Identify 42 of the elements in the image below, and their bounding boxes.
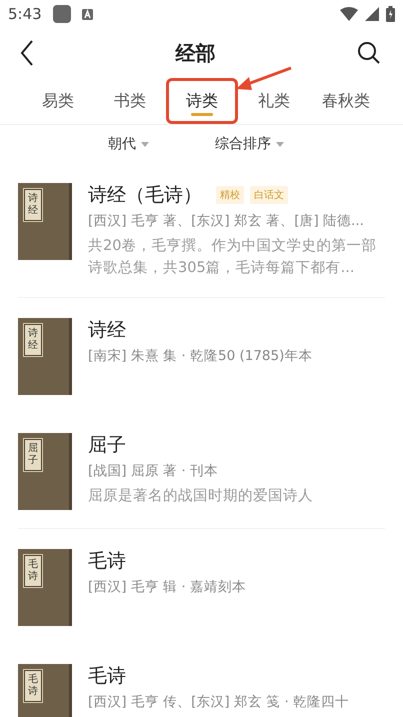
cover-title: 诗 bbox=[28, 686, 38, 698]
tag: 精校 bbox=[216, 186, 244, 204]
app-notification-icon bbox=[52, 5, 71, 23]
cover-title: 毛 bbox=[28, 559, 38, 570]
book-authors: [南宋] 朱熹 集 · 乾隆50 (1785)年本 bbox=[88, 347, 314, 366]
cover-title: 诗 bbox=[28, 328, 38, 340]
cover-title: 子 bbox=[28, 455, 38, 467]
notification-icon bbox=[82, 8, 93, 20]
book-title[interactable]: 毛诗 bbox=[88, 549, 126, 573]
book-title[interactable]: 诗经 bbox=[88, 318, 126, 342]
cover-title: 经 bbox=[28, 340, 38, 352]
cover-title: 毛 bbox=[28, 674, 38, 686]
book-description: 共20卷，毛亨撰。作为中国文学史的第一部诗歌总集，共305篇，毛诗每篇下都有... bbox=[88, 236, 378, 278]
status-time: 5:43 bbox=[8, 5, 42, 23]
caret-icon bbox=[141, 142, 149, 146]
book-description: 屈原是著名的战国时期的爱国诗人 bbox=[88, 487, 314, 506]
book-authors: [西汉] 毛亨 著、[东汉] 郑玄 著、[唐] 陆德... bbox=[88, 212, 365, 231]
signal-icon bbox=[365, 7, 379, 21]
tag: 白话文 bbox=[250, 186, 288, 204]
category-tab[interactable]: 礼类 bbox=[238, 78, 310, 124]
category-tab[interactable]: 易类 bbox=[22, 78, 94, 124]
filter-dropdown[interactable]: 朝代 bbox=[108, 135, 136, 153]
back-icon[interactable] bbox=[20, 40, 34, 66]
wifi-icon bbox=[340, 7, 358, 21]
filter-dropdown[interactable]: 综合排序 bbox=[215, 135, 271, 153]
book-title[interactable]: 毛诗 bbox=[88, 664, 126, 688]
book-authors: [西汉] 毛亨 传、[东汉] 郑玄 笺 · 乾隆四十 bbox=[88, 693, 350, 712]
battery-icon bbox=[386, 6, 395, 22]
book-authors: [战国] 屈原 著 · 刊本 bbox=[88, 462, 219, 481]
page-title: 经部 bbox=[176, 40, 216, 66]
search-icon[interactable] bbox=[357, 41, 381, 65]
category-tab[interactable]: 春秋类 bbox=[310, 78, 382, 124]
category-tab[interactable]: 诗类 bbox=[166, 78, 238, 124]
book-title[interactable]: 诗经（毛诗） bbox=[88, 183, 202, 207]
cover-title: 经 bbox=[28, 205, 38, 217]
caret-icon bbox=[276, 142, 284, 146]
book-title[interactable]: 屈子 bbox=[88, 433, 126, 457]
category-tab[interactable]: 书类 bbox=[94, 78, 166, 124]
cover-title: 诗 bbox=[28, 193, 38, 205]
book-authors: [西汉] 毛亨 辑 · 嘉靖刻本 bbox=[88, 578, 247, 597]
cover-title: 诗 bbox=[28, 571, 38, 583]
cover-title: 屈 bbox=[28, 443, 38, 455]
